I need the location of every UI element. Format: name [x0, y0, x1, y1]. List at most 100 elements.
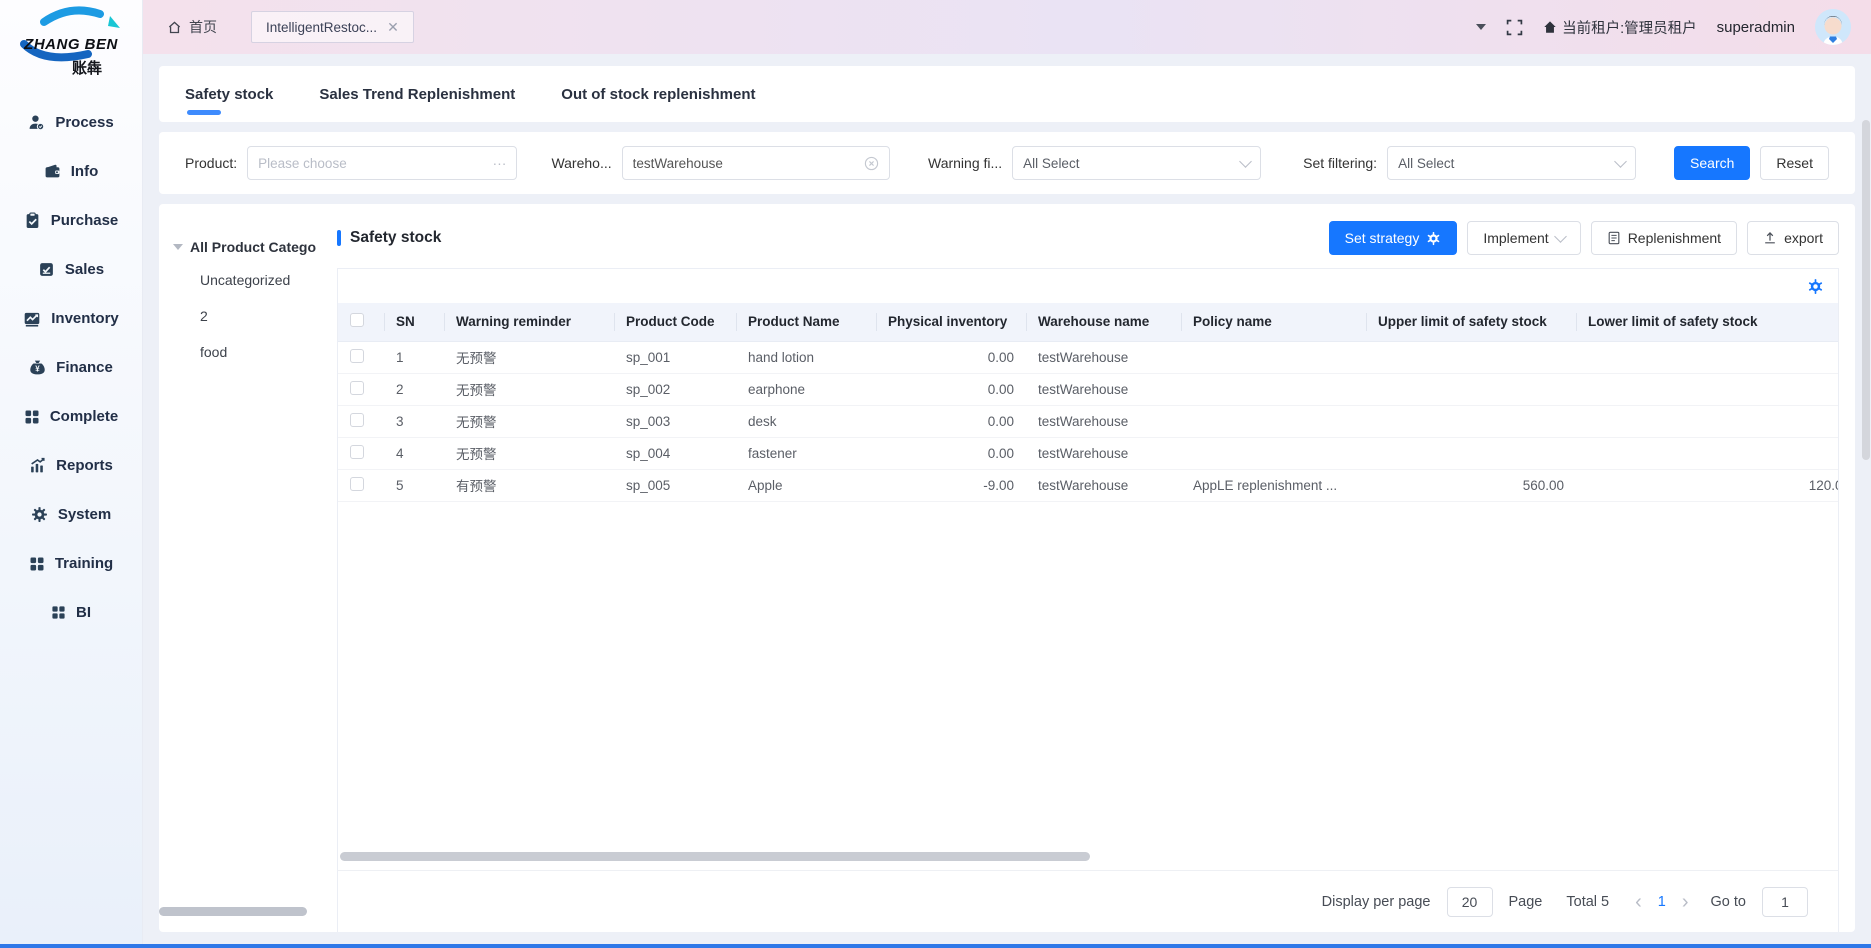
topbar: 首页 IntelligentRestoc... ✕ 当前租户:管理员租户 sup…: [143, 0, 1871, 54]
total-count: Total 5: [1566, 894, 1609, 910]
search-button[interactable]: Search: [1674, 146, 1750, 180]
select-all-checkbox[interactable]: [350, 313, 364, 327]
replenishment-button[interactable]: Replenishment: [1591, 221, 1737, 255]
tab-title: IntelligentRestoc...: [266, 20, 377, 35]
sidebar-item-training[interactable]: Training: [0, 539, 142, 588]
sidebar-item-sales[interactable]: Sales: [0, 245, 142, 294]
row-checkbox[interactable]: [350, 413, 364, 427]
sidebar-item-purchase[interactable]: Purchase: [0, 196, 142, 245]
row-checkbox[interactable]: [350, 349, 364, 363]
tree-horizontal-scrollbar[interactable]: [159, 907, 307, 916]
tree-item-uncategorized[interactable]: Uncategorized: [173, 262, 337, 298]
panel-actions: Set strategy Implement Replenishment exp…: [1329, 221, 1839, 255]
tree-item-food[interactable]: food: [173, 334, 337, 370]
home-icon: [167, 20, 182, 35]
product-select-input[interactable]: ···: [247, 146, 517, 180]
tab-out-of-stock-replenishment[interactable]: Out of stock replenishment: [561, 68, 755, 121]
page-vertical-scrollbar[interactable]: [1862, 120, 1870, 460]
warning-filter-select[interactable]: All Select: [1012, 146, 1261, 180]
home-filled-icon: [1543, 20, 1557, 34]
sidebar-item-finance[interactable]: ¥ Finance: [0, 343, 142, 392]
sidebar: ZHANG BEN 账犇 Process Info Purchase Sales…: [0, 0, 143, 944]
warning-filter-value: All Select: [1023, 156, 1233, 171]
table-row[interactable]: 5有预警sp_005 Apple-9.00testWarehouse AppLE…: [338, 469, 1839, 501]
reset-button[interactable]: Reset: [1760, 146, 1829, 180]
set-filtering-label: Set filtering:: [1303, 155, 1377, 171]
table-row[interactable]: 2无预警sp_002 earphone0.00testWarehouse: [338, 373, 1839, 405]
chevron-down-icon[interactable]: [1476, 24, 1486, 30]
safety-stock-panel: Safety stock Set strategy Implement Repl…: [337, 218, 1839, 932]
wallet-icon: [44, 163, 61, 180]
username[interactable]: superadmin: [1717, 19, 1795, 36]
set-strategy-button[interactable]: Set strategy: [1329, 221, 1458, 255]
display-per-page-label: Display per page: [1322, 894, 1431, 910]
table-toolbar: [338, 269, 1838, 303]
next-page-icon[interactable]: ›: [1682, 892, 1689, 912]
set-filtering-select[interactable]: All Select: [1387, 146, 1636, 180]
tree-item-2[interactable]: 2: [173, 298, 337, 334]
breadcrumb-home[interactable]: 首页: [167, 17, 217, 37]
table-row[interactable]: 4无预警sp_004 fastener0.00testWarehouse: [338, 437, 1839, 469]
ellipsis-icon[interactable]: ···: [492, 155, 506, 171]
export-icon: [1763, 231, 1777, 245]
sidebar-item-info[interactable]: Info: [0, 147, 142, 196]
goto-label: Go to: [1711, 894, 1746, 910]
implement-button[interactable]: Implement: [1467, 221, 1580, 255]
tree-root-all-product-categories[interactable]: All Product Catego: [173, 232, 337, 262]
sidebar-item-reports[interactable]: Reports: [0, 441, 142, 490]
table-row[interactable]: 1无预警sp_001 hand lotion0.00testWarehouse: [338, 341, 1839, 373]
svg-text:¥: ¥: [35, 364, 40, 373]
sidebar-item-system[interactable]: System: [0, 490, 142, 539]
clear-icon[interactable]: [864, 156, 879, 171]
tab-sales-trend-replenishment[interactable]: Sales Trend Replenishment: [319, 68, 515, 121]
set-strategy-label: Set strategy: [1345, 230, 1420, 246]
row-checkbox[interactable]: [350, 381, 364, 395]
warehouse-input[interactable]: [633, 156, 856, 171]
pagination-bar: Display per page Page Total 5 ‹ 1 › Go t…: [337, 870, 1839, 932]
table-horizontal-scrollbar[interactable]: [340, 852, 1090, 861]
col-warning-reminder: Warning reminder: [444, 303, 614, 341]
breadcrumb-label: 首页: [189, 17, 217, 37]
sidebar-item-label: BI: [76, 604, 91, 621]
goto-page-input[interactable]: [1762, 887, 1808, 917]
open-page-tab[interactable]: IntelligentRestoc... ✕: [251, 11, 414, 43]
document-icon: [1607, 231, 1621, 245]
sidebar-item-label: Complete: [50, 408, 118, 425]
filter-bar: Product: ··· Wareho... Warning fi... All…: [159, 132, 1855, 194]
chevron-down-icon: [1239, 155, 1252, 168]
row-checkbox[interactable]: [350, 477, 364, 491]
table-settings-gear-icon[interactable]: [1807, 278, 1824, 295]
current-page[interactable]: 1: [1658, 894, 1666, 910]
module-tabs: Safety stock Sales Trend Replenishment O…: [159, 66, 1855, 122]
sidebar-item-process[interactable]: Process: [0, 98, 142, 147]
page-size-input[interactable]: [1447, 887, 1493, 917]
sidebar-item-inventory[interactable]: Inventory: [0, 294, 142, 343]
brand-name: ZHANG BEN: [6, 36, 136, 53]
export-button[interactable]: export: [1747, 221, 1839, 255]
sidebar-item-label: Reports: [56, 457, 113, 474]
fullscreen-icon[interactable]: [1506, 19, 1523, 36]
person-icon: [28, 114, 45, 131]
avatar[interactable]: [1815, 9, 1851, 45]
sidebar-item-label: Finance: [56, 359, 113, 376]
col-lower-limit: Lower limit of safety stock: [1576, 303, 1839, 341]
table-row[interactable]: 3无预警sp_003 desk0.00testWarehouse: [338, 405, 1839, 437]
main-area: Safety stock Sales Trend Replenishment O…: [143, 54, 1871, 944]
prev-page-icon[interactable]: ‹: [1635, 892, 1642, 912]
tab-safety-stock[interactable]: Safety stock: [185, 68, 273, 121]
tree-caret-icon[interactable]: [173, 244, 183, 250]
export-label: export: [1784, 230, 1823, 246]
product-input[interactable]: [258, 156, 484, 171]
row-checkbox[interactable]: [350, 445, 364, 459]
warehouse-select-input[interactable]: [622, 146, 890, 180]
current-tenant[interactable]: 当前租户:管理员租户: [1543, 17, 1697, 38]
col-warehouse-name: Warehouse name: [1026, 303, 1181, 341]
chart-box-icon: [23, 310, 41, 328]
sidebar-item-complete[interactable]: Complete: [0, 392, 142, 441]
warehouse-filter-label: Wareho...: [551, 155, 611, 171]
close-icon[interactable]: ✕: [387, 20, 399, 34]
brand-name-cjk: 账犇: [22, 57, 152, 78]
sidebar-item-bi[interactable]: BI: [0, 588, 142, 637]
replenishment-label: Replenishment: [1628, 230, 1721, 246]
panel-title: Safety stock: [337, 229, 441, 247]
